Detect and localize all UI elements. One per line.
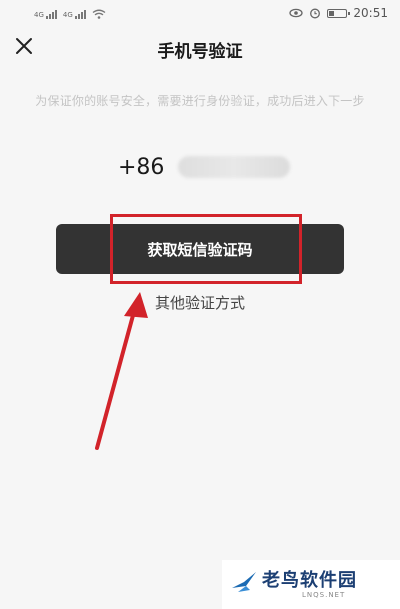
masked-phone-number bbox=[178, 156, 291, 178]
status-right: 20:51 bbox=[289, 6, 388, 20]
get-sms-code-button[interactable]: 获取短信验证码 bbox=[56, 224, 344, 274]
watermark-domain: LNQS.NET bbox=[302, 591, 346, 599]
security-hint: 为保证你的账号安全，需要进行身份验证，成功后进入下一步 bbox=[35, 94, 365, 108]
page-title: 手机号验证 bbox=[157, 42, 243, 62]
battery-icon bbox=[327, 8, 351, 18]
clock-time: 20:51 bbox=[353, 6, 388, 20]
cellular-signal-icon: 4G bbox=[34, 10, 57, 19]
bird-logo-icon bbox=[232, 572, 256, 592]
phone-number-row: +86 bbox=[118, 150, 291, 184]
wifi-icon bbox=[92, 9, 106, 19]
cellular-signal-icon-2: 4G bbox=[63, 10, 86, 19]
alarm-icon bbox=[310, 8, 321, 19]
eye-icon bbox=[289, 8, 304, 18]
other-verification-link[interactable]: 其他验证方式 bbox=[0, 292, 400, 313]
signal-indicators: 4G 4G bbox=[34, 9, 106, 19]
country-code: +86 bbox=[118, 154, 165, 180]
watermark: 老鸟软件园 LNQS.NET bbox=[222, 560, 400, 609]
status-bar: 4G 4G 20:51 bbox=[0, 0, 400, 30]
title-bar: 手机号验证 bbox=[0, 30, 400, 64]
battery-level bbox=[329, 10, 335, 16]
get-sms-code-label: 获取短信验证码 bbox=[147, 240, 253, 259]
watermark-name: 老鸟软件园 bbox=[262, 570, 357, 591]
